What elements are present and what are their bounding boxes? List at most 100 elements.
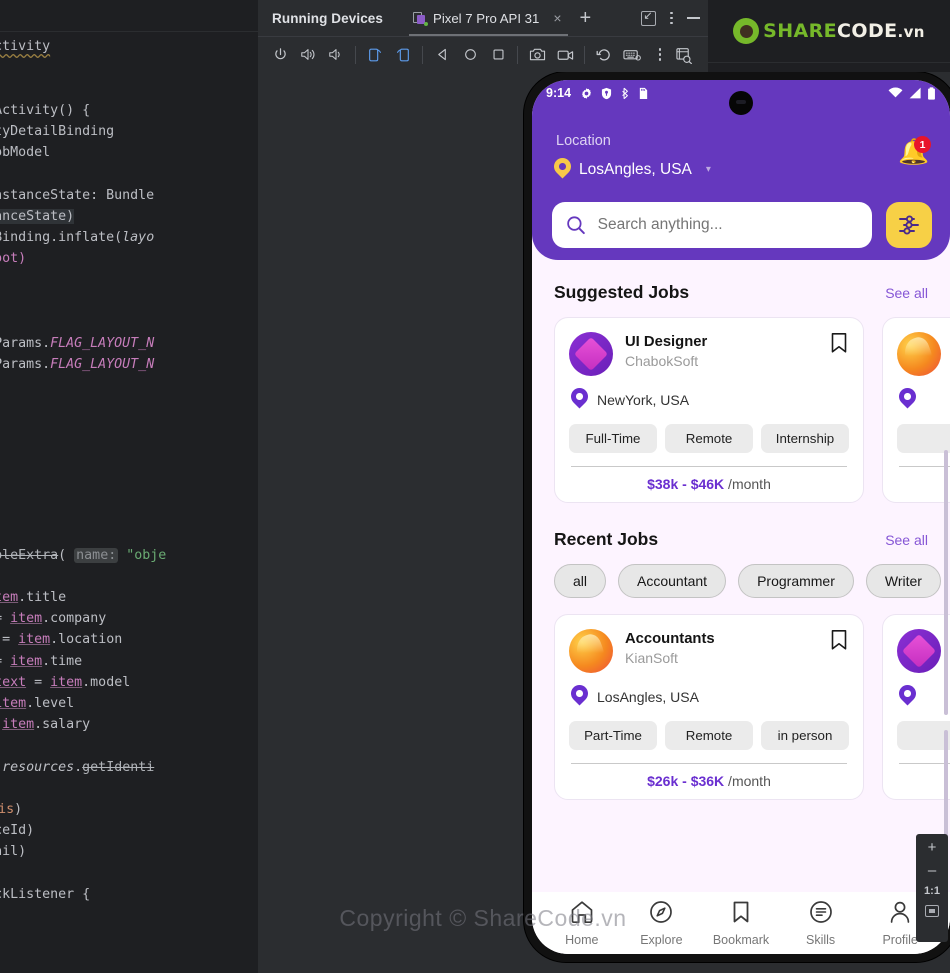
emulator-zoom-controls[interactable]: + – 1:1 [916,834,948,942]
device-tab-pixel7pro[interactable]: Pixel 7 Pro API 31 × [409,0,569,36]
code-line: Flags( [0,312,260,333]
job-tag[interactable]: Fu [897,721,950,750]
suggested-see-all-link[interactable]: See all [885,285,928,301]
job-card[interactable]: Fu [882,614,950,800]
overview-button[interactable] [484,42,512,68]
app-content[interactable]: Suggested Jobs See all UI Designer Chabok… [532,260,950,892]
record-button[interactable] [551,42,579,68]
job-tag[interactable]: Full-Time [569,424,657,453]
content-scrollbar[interactable] [944,450,948,715]
job-tag[interactable]: Internship [761,424,849,453]
code-editor-pane[interactable]: r.project196.Activity cy : AppCompatActi… [0,0,260,973]
sliders-icon [899,215,919,235]
home-button[interactable] [456,42,484,68]
location-value: LosAngles, USA [579,160,692,178]
back-button[interactable] [428,42,456,68]
bluetooth-audio-icon [622,87,628,99]
chevron-down-icon[interactable]: ▾ [706,164,711,175]
status-left-icons [580,87,649,100]
recent-see-all-link[interactable]: See all [885,532,928,548]
rotate-left-button[interactable] [361,42,389,68]
back-history-button[interactable] [590,42,618,68]
job-tag[interactable]: Pa [897,424,950,453]
list-document-icon [808,899,834,930]
job-tag[interactable]: in person [761,721,849,750]
location-pin-icon [567,681,592,708]
screenshot-button[interactable] [523,42,551,68]
keyboard-button[interactable] [618,42,646,68]
job-title: Accountants [625,631,715,647]
job-tag[interactable]: Remote [665,721,753,750]
job-card[interactable]: Pa [882,317,950,503]
job-card[interactable]: Accountants KianSoft LosAngles, USA Part-Ti… [554,614,864,800]
search-input[interactable] [597,216,858,234]
rotate-right-button[interactable] [389,42,417,68]
category-chip-programmer[interactable]: Programmer [738,564,854,598]
bookmark-icon [728,899,754,930]
nav-item-skills[interactable]: Skills [790,899,852,947]
zoom-out-button[interactable]: – [928,863,936,878]
home-icon [569,899,595,930]
phone-screen[interactable]: 9:14 Location LosAngles, USA ▾ 🔔 1 Searc… [532,80,950,954]
emulator-viewport[interactable]: 9:14 Location LosAngles, USA ▾ 🔔 1 Searc… [516,72,950,973]
category-chip-writer[interactable]: Writer [865,564,941,598]
suggested-jobs-title: Suggested Jobs [554,282,690,302]
fit-to-screen-icon[interactable] [925,905,939,917]
close-icon[interactable]: × [553,10,561,26]
job-tag[interactable]: Remote [665,424,753,453]
code-line: ager() [0,439,260,460]
nav-item-home[interactable]: Home [551,899,613,947]
job-location-row [895,681,950,708]
volume-up-button[interactable] [294,42,322,68]
job-salary-row: $26k - $36K /month [569,773,849,789]
dock-button[interactable] [641,9,657,26]
job-company: KianSoft [625,650,678,666]
code-line: ) [0,418,260,439]
compass-icon [648,899,674,930]
code-line: r.project196.Activity [0,39,51,55]
job-card[interactable]: UI Designer ChabokSoft NewYork, USA Full-Ti… [554,317,864,503]
bookmark-icon[interactable] [829,332,849,359]
notification-button[interactable]: 🔔 1 [898,136,931,172]
camera-punch-hole [729,91,753,115]
recent-jobs-list[interactable]: Accountants KianSoft LosAngles, USA Part-Ti… [532,598,950,800]
app-root: r.project196.Activity cy : AppCompatActi… [0,0,950,973]
more-options-button[interactable] [670,11,673,25]
logo-share-text: SHARE [763,20,838,42]
ui-inspector-button[interactable] [670,42,698,68]
filter-button[interactable] [886,202,932,248]
job-category-chips[interactable]: all Accountant Programmer Writer [532,550,950,598]
nav-item-bookmark[interactable]: Bookmark [710,899,772,947]
suggested-jobs-header: Suggested Jobs See all [532,260,950,303]
nav-label: Skills [805,933,836,947]
running-devices-tabbar: Running Devices Pixel 7 Pro API 31 × + [258,0,708,36]
bookmark-icon[interactable] [829,629,849,656]
code-line: nCreate(savedInstanceState: Bundle [0,187,155,203]
add-device-tab-button[interactable]: + [580,8,592,28]
category-chip-all[interactable]: all [554,564,607,598]
bottom-navigation[interactable]: Home Explore Bookmark Skills Profile [532,892,950,954]
job-salary-unit: /month [724,476,771,492]
actual-size-button[interactable]: 1:1 [924,886,940,897]
suggested-jobs-list[interactable]: UI Designer ChabokSoft NewYork, USA Full-Ti… [532,303,950,503]
volume-down-button[interactable] [322,42,350,68]
toolbar-divider-3 [517,45,518,64]
power-button[interactable] [266,42,294,68]
zoom-in-button[interactable]: + [928,840,937,855]
settings-gear-icon [581,87,592,99]
nav-label: Home [565,933,599,947]
code-line: binding.picDetail) [0,844,27,860]
search-box[interactable] [552,202,872,248]
job-location-row: LosAngles, USA [567,681,849,708]
location-selector[interactable]: LosAngles, USA ▾ [550,154,711,181]
nav-item-explore[interactable]: Explore [630,899,692,947]
signal-icon [909,87,921,99]
content-scrollbar-2[interactable] [944,730,948,850]
code-line: leTxt.text = item.title [0,590,67,606]
minimize-button[interactable] [687,17,700,19]
category-chip-accountant[interactable]: Accountant [618,564,727,598]
job-tag[interactable]: Part-Time [569,721,657,750]
